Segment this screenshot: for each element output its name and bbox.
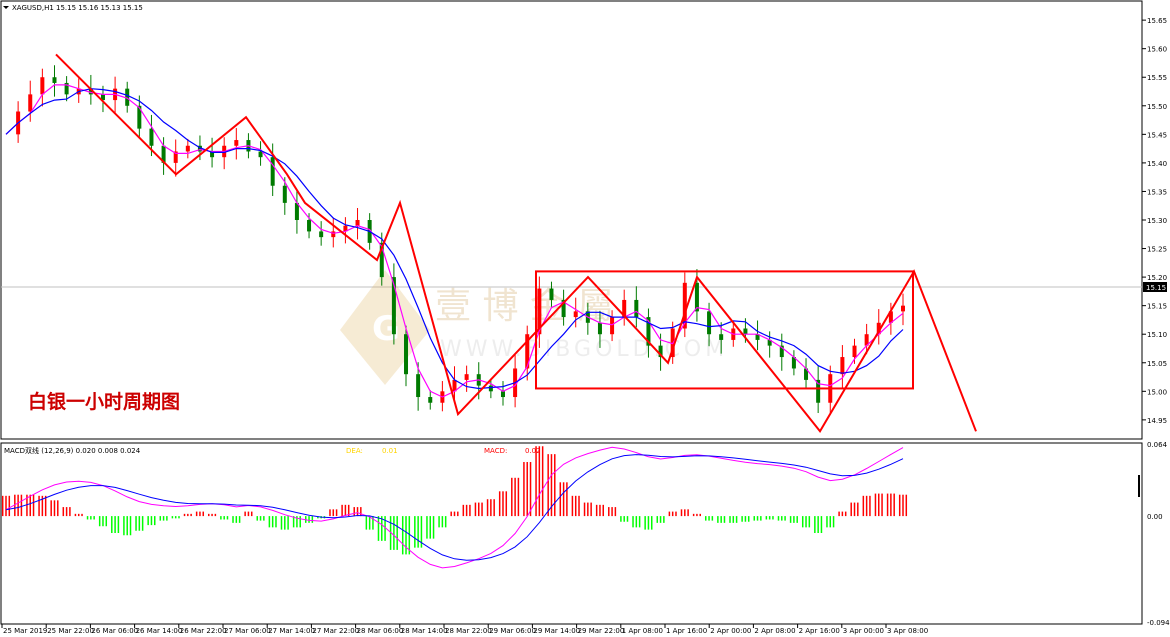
candle-body <box>319 231 324 238</box>
time-tick-label: 27 Mar 22:00 <box>312 627 359 635</box>
candle-body <box>500 391 505 398</box>
time-tick-label: 3 Apr 00:00 <box>843 627 884 635</box>
macd-panel-frame <box>0 442 1143 625</box>
price-tick-label: 15.45 <box>1147 131 1167 139</box>
candle-body <box>28 94 33 112</box>
price-tick-label: 15.55 <box>1147 74 1167 82</box>
macd-tick-label: 0.00 <box>1147 513 1163 521</box>
price-tick-label: 15.25 <box>1147 246 1167 254</box>
time-tick-label: 29 Mar 06:00 <box>489 627 536 635</box>
time-tick-label: 29 Mar 14:00 <box>533 627 580 635</box>
price-axis: 15.65 15.60 15.55 15.50 15.45 15.40 15.35 15.30… <box>1142 17 1167 425</box>
time-tick-label: 29 Mar 22:00 <box>578 627 625 635</box>
time-tick-label: 25 Mar 2019 <box>3 627 47 635</box>
price-tick-label: 15.35 <box>1147 188 1167 196</box>
dea-label: DEA: <box>346 447 363 455</box>
macd-value: 0.02 <box>525 447 541 455</box>
time-tick-label: 2 Apr 00:00 <box>710 627 751 635</box>
candle-body <box>573 311 578 318</box>
candle-body <box>428 397 433 403</box>
chart-title: 白银一小时周期图 <box>28 390 180 413</box>
candle-body <box>719 334 724 340</box>
candle-body <box>901 305 905 312</box>
candle-body <box>52 77 57 83</box>
watermark-en: WWW.BIBGOLD.COM <box>440 337 728 362</box>
macd-tick-label: -0.094 <box>1147 619 1170 627</box>
time-axis: 25 Mar 2019 25 Mar 22:0026 Mar 06:0026 Ma… <box>1 624 928 635</box>
macd-layer <box>1 446 908 569</box>
price-tick-label: 15.10 <box>1147 331 1167 339</box>
chart-menu-icon[interactable] <box>3 6 9 9</box>
time-tick-label: 28 Mar 06:00 <box>357 627 404 635</box>
candle-body <box>743 328 748 335</box>
candle-body <box>840 357 845 375</box>
candles-layer <box>16 65 905 415</box>
candle-body <box>234 140 239 146</box>
time-tick-label: 26 Mar 06:00 <box>91 627 138 635</box>
time-tick-label: 27 Mar 14:00 <box>268 627 315 635</box>
candle-body <box>149 128 154 146</box>
time-tick-label: 3 Apr 08:00 <box>887 627 928 635</box>
candle-body <box>355 220 360 226</box>
price-tick-label: 15.00 <box>1147 388 1167 396</box>
candle-body <box>258 151 263 158</box>
signal-line <box>5 454 904 561</box>
chart-canvas: XAGUSD,H1 15.15 15.16 15.13 15.15 G 壹 博 … <box>0 0 1170 635</box>
candle-body <box>40 77 45 95</box>
price-tick-label: 14.95 <box>1147 417 1167 425</box>
time-tick-label: 28 Mar 14:00 <box>401 627 448 635</box>
candle-body <box>610 317 615 335</box>
time-tick-label: 26 Mar 22:00 <box>180 627 227 635</box>
dea-value: 0.01 <box>382 447 398 455</box>
macd-axis: 0.064 0.00 -0.094 <box>1147 441 1170 627</box>
candle-body <box>549 288 554 300</box>
time-tick-label: 28 Mar 22:00 <box>445 627 492 635</box>
candle-body <box>404 334 409 375</box>
time-tick-label: 27 Mar 06:00 <box>224 627 271 635</box>
price-tick-label: 15.05 <box>1147 360 1167 368</box>
price-panel-frame <box>0 0 1143 440</box>
price-tick-label: 15.60 <box>1147 46 1167 54</box>
candle-body <box>852 345 857 358</box>
candle-body <box>634 299 639 318</box>
macd-header-label: MACD双线 (12,26,9) 0.020 0.008 0.024 <box>4 446 141 455</box>
candle-body <box>282 185 287 203</box>
price-tick-label: 15.15 <box>1147 303 1167 311</box>
candle-body <box>307 220 312 232</box>
time-tick-label: 1 Apr 16:00 <box>666 627 707 635</box>
time-tick-label: 25 Mar 22:00 <box>47 627 94 635</box>
price-tick-label: 15.50 <box>1147 103 1167 111</box>
candle-body <box>185 145 190 152</box>
time-tick-label: 2 Apr 16:00 <box>799 627 840 635</box>
candle-body <box>597 322 602 335</box>
macd-scale-marker <box>1138 475 1140 497</box>
candle-body <box>270 157 275 186</box>
macd-label: MACD: <box>484 447 507 455</box>
candle-body <box>707 311 712 335</box>
candle-body <box>464 374 469 380</box>
time-tick-label: 26 Mar 14:00 <box>136 627 183 635</box>
macd-line <box>5 446 904 569</box>
price-tick-label: 15.30 <box>1147 217 1167 225</box>
time-tick-label: 2 Apr 08:00 <box>754 627 795 635</box>
candle-body <box>488 385 493 392</box>
current-price-label: 15.15 <box>1146 284 1166 292</box>
price-tick-label: 15.40 <box>1147 160 1167 168</box>
symbol-header: XAGUSD,H1 15.15 15.16 15.13 15.15 <box>12 4 143 12</box>
price-tick-label: 15.20 <box>1147 274 1167 282</box>
time-tick-label: 1 Apr 08:00 <box>622 627 663 635</box>
price-tick-label: 15.65 <box>1147 17 1167 25</box>
candle-body <box>416 374 421 398</box>
macd-tick-label: 0.064 <box>1147 441 1168 449</box>
